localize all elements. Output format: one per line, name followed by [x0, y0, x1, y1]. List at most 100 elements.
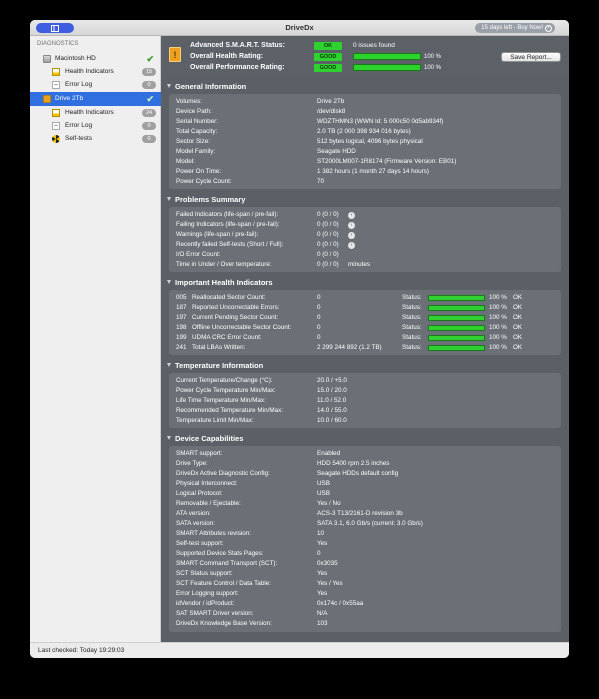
checkmark-icon: ✔: [146, 54, 154, 64]
status-bar-meter: [428, 315, 485, 321]
row-value: ST2000LM007-1R8174 (Firmware Version: EB…: [317, 158, 457, 165]
sidebar-item-macintosh-hd[interactable]: Macintosh HD ✔: [30, 53, 161, 65]
status-ok: OK: [513, 334, 523, 341]
row-value: Enabled: [317, 450, 341, 457]
row-value: USB: [317, 480, 330, 487]
section-important-health-indicators[interactable]: Important Health Indicators: [167, 278, 273, 288]
problem-row: Recently failed Self-tests (Short / Full…: [176, 240, 556, 250]
attribute-name: Total LBAs Written:: [192, 344, 246, 351]
attribute-id: 199: [176, 334, 187, 341]
sidebar-item-drive-2tb[interactable]: Drive 2Tb ✔: [30, 92, 161, 106]
row-label: Physical Interconnect:: [176, 480, 238, 487]
sidebar-item-self-tests[interactable]: Self-tests 0: [30, 133, 161, 145]
row-label: SCT Feature Control / Data Table:: [176, 580, 271, 587]
info-row: Volumes: Drive 2Tb: [176, 97, 556, 107]
temperature-row: Temperature Limit Min/Max: 10.0 / 60.0: [176, 416, 556, 426]
attribute-name: Reported Uncorrectable Errors:: [192, 304, 280, 311]
capability-row: SMART Command Transport (SCT): 0x3035: [176, 559, 556, 569]
save-report-button[interactable]: Save Report...: [501, 52, 561, 62]
error-log-icon: [52, 122, 60, 130]
row-value: Yes / Yes: [317, 580, 343, 587]
problem-row: Failing Indicators (life-span / pre-fail…: [176, 220, 556, 230]
row-label: Power On Time:: [176, 168, 222, 175]
row-label: SMART support:: [176, 450, 223, 457]
attribute-id: 241: [176, 344, 187, 351]
app-window: DriveDx 15 days left - Buy Now! × DIAGNO…: [30, 20, 569, 658]
row-label: Self-test support:: [176, 540, 224, 547]
info-row: Model Family: Seagate HDD: [176, 147, 556, 157]
row-label: Current Temperature/Change (°C):: [176, 377, 273, 384]
row-label: Removable / Ejectable:: [176, 500, 241, 507]
go-arrow-icon[interactable]: ›: [348, 241, 355, 249]
section-temperature-information[interactable]: Temperature Information: [167, 361, 263, 371]
trial-label: 15 days left - Buy Now!: [481, 25, 543, 31]
capability-row: Logical Protocol: USB: [176, 489, 556, 499]
indicator-row[interactable]: 199 UDMA CRC Error Count: 0 Status: 100 % OK: [176, 333, 556, 343]
sidebar-item-error-log[interactable]: Error Log 0: [30, 79, 161, 91]
indicator-row[interactable]: 241 Total LBAs Written: 2 299 244 892 (1.2…: [176, 343, 556, 353]
capability-row: Supported Device Stats Pages: 0: [176, 549, 556, 559]
capability-row: Self-test support: Yes: [176, 539, 556, 549]
smart-status-badge: OK: [314, 42, 342, 50]
status-label: Status:: [402, 324, 422, 331]
capability-row: SAT SMART Driver version: N/A: [176, 609, 556, 619]
status-ok: OK: [513, 324, 523, 331]
indicator-row[interactable]: 187 Reported Uncorrectable Errors: 0 Status…: [176, 303, 556, 313]
disclosure-triangle-icon: [167, 436, 171, 440]
sidebar-item-label: Error Log: [65, 81, 93, 88]
sidebar-item-health-indicators[interactable]: Health Indicators 15: [30, 66, 161, 78]
hard-drive-icon: [43, 55, 51, 63]
capability-row: ATA version: ACS-3 T13/2161-D revision 3b: [176, 509, 556, 519]
status-percent: 100 %: [489, 314, 507, 321]
row-value: 0: [317, 550, 321, 557]
problem-row: Time in Under / Over temperature: 0 (0 / …: [176, 260, 556, 270]
status-ok: OK: [513, 294, 523, 301]
count-badge: 0: [142, 81, 156, 89]
health-rating-badge: GOOD: [314, 53, 342, 61]
disclosure-triangle-icon: [167, 280, 171, 284]
go-arrow-icon[interactable]: ›: [348, 211, 355, 219]
smart-status-label: Advanced S.M.A.R.T. Status:: [190, 42, 285, 49]
count-badge: 24: [142, 109, 156, 117]
info-row: Total Capacity: 2.0 TB (2 000 398 934 016…: [176, 127, 556, 137]
section-general-information[interactable]: General Information: [167, 82, 246, 92]
section-device-capabilities[interactable]: Device Capabilities: [167, 434, 243, 444]
row-value: 0 (0 / 0): [317, 211, 339, 218]
sidebar-item-health-indicators[interactable]: Health Indicators 24: [30, 107, 161, 119]
indicator-row[interactable]: 005 Reallocated Sector Count: 0 Status: 100 …: [176, 293, 556, 303]
section-problems-summary[interactable]: Problems Summary: [167, 195, 245, 205]
count-badge: 15: [142, 68, 156, 76]
info-row: Device Path: /dev/disk8: [176, 107, 556, 117]
row-unit: minutes: [348, 261, 371, 268]
attribute-id: 005: [176, 294, 187, 301]
row-label: Life Time Temperature Min/Max:: [176, 397, 266, 404]
row-label: Serial Number:: [176, 118, 218, 125]
capability-row: Drive Type: HDD 5400 rpm 2.5 inches: [176, 459, 556, 469]
row-label: idVendor / idProduct:: [176, 600, 235, 607]
capability-row: DriveDx Active Diagnostic Config: Seagate…: [176, 469, 556, 479]
row-label: Model Family:: [176, 148, 216, 155]
count-badge: 0: [142, 122, 156, 130]
indicator-row[interactable]: 198 Offline Uncorrectable Sector Count: 0 S…: [176, 323, 556, 333]
go-arrow-icon[interactable]: ›: [348, 231, 355, 239]
trial-buy-button[interactable]: 15 days left - Buy Now! ×: [475, 23, 555, 33]
sidebar: DIAGNOSTICS Macintosh HD ✔ Health Indica…: [30, 36, 161, 642]
close-trial-icon[interactable]: ×: [545, 24, 552, 32]
performance-rating-badge: GOOD: [314, 64, 342, 72]
section-title: Device Capabilities: [175, 434, 244, 443]
row-label: Error Logging support:: [176, 590, 239, 597]
status-percent: 100 %: [489, 334, 507, 341]
row-value: 10.0 / 60.0: [317, 417, 347, 424]
status-ok: OK: [513, 304, 523, 311]
indicator-row[interactable]: 197 Current Pending Sector Count: 0 Status:…: [176, 313, 556, 323]
go-arrow-icon[interactable]: ›: [348, 221, 355, 229]
health-rating-percent: 100 %: [424, 54, 442, 60]
main-content[interactable]: ! Advanced S.M.A.R.T. Status: OK 0 issue…: [161, 36, 569, 642]
row-value: 0 (0 / 0): [317, 231, 339, 238]
info-row: Power Cycle Count: 70: [176, 177, 556, 187]
info-row: Power On Time: 1 382 hours (1 month 27 da…: [176, 167, 556, 177]
sidebar-item-error-log[interactable]: Error Log 0: [30, 120, 161, 132]
attribute-name: Current Pending Sector Count:: [192, 314, 279, 321]
row-value: 0 (0 / 0): [317, 261, 339, 268]
disclosure-triangle-icon: [167, 197, 171, 201]
